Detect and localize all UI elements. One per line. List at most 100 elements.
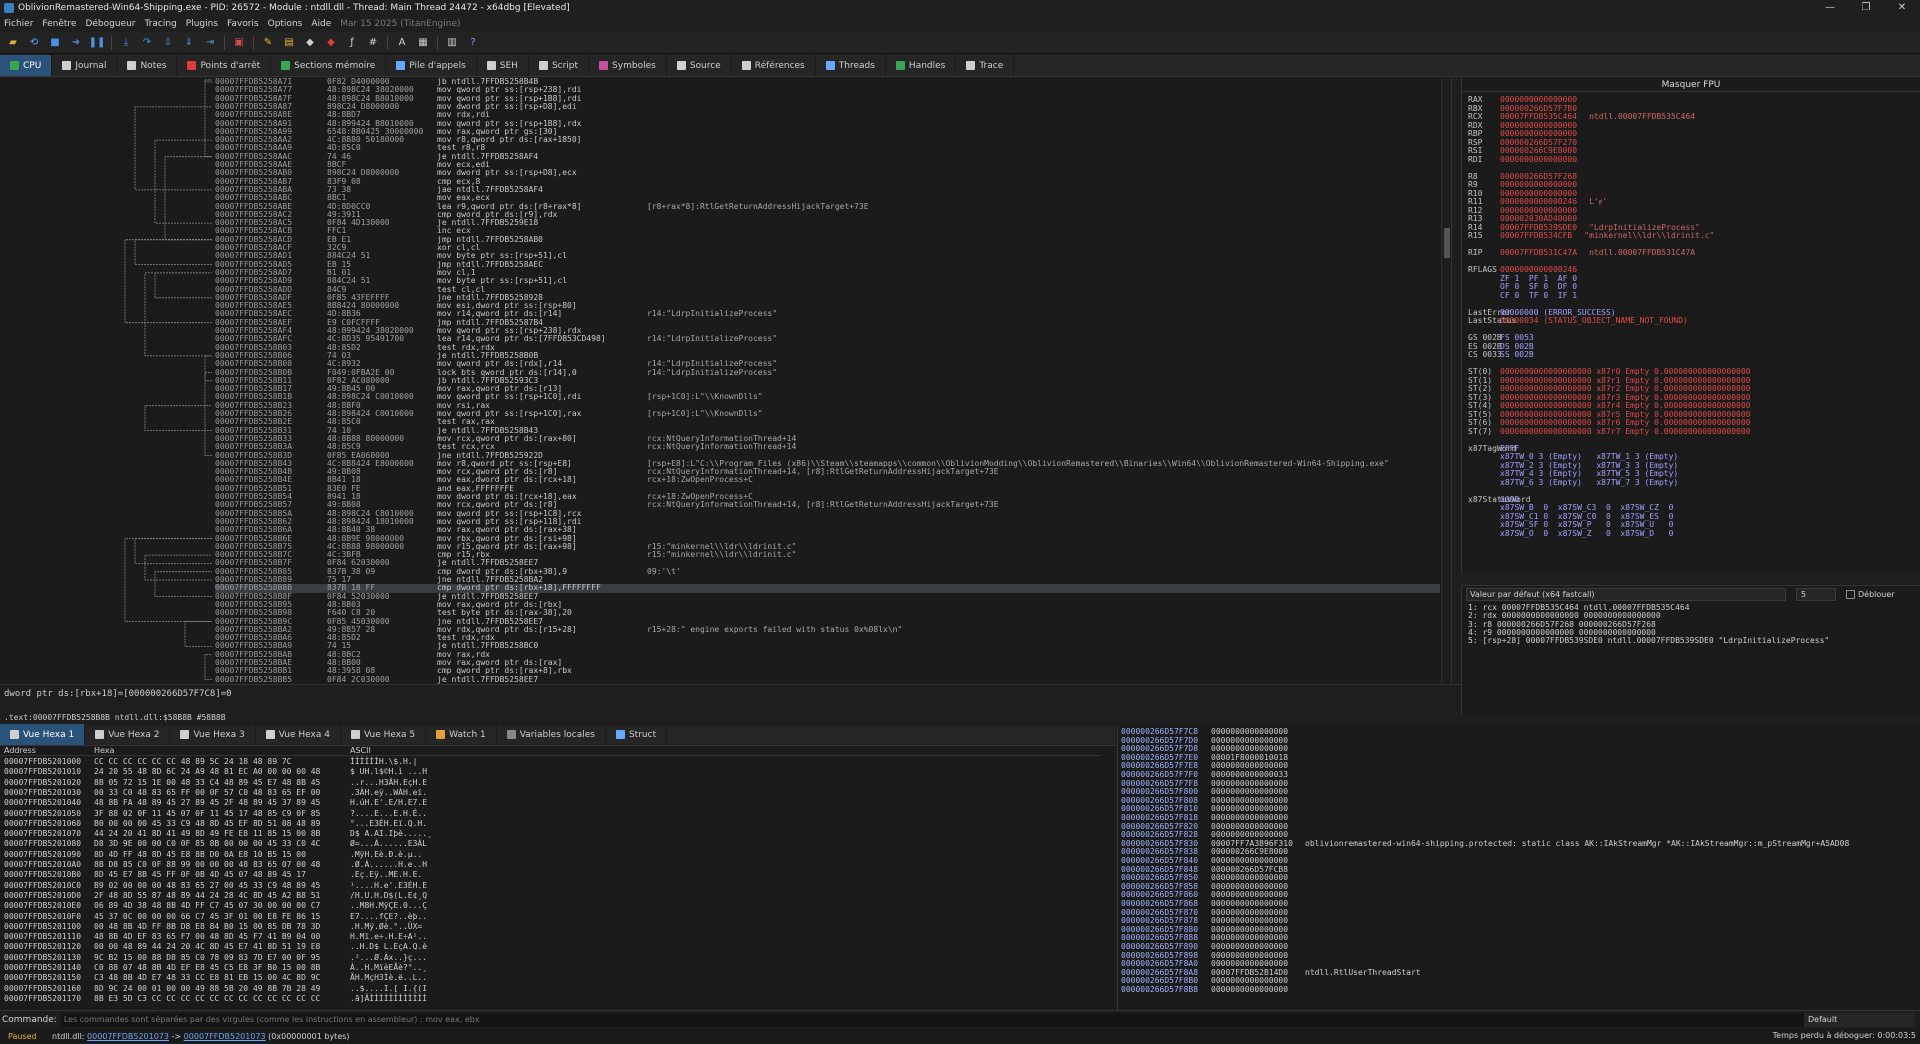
tab-journal[interactable]: Journal bbox=[52, 55, 118, 76]
disasm-row[interactable]: 00007FFDB5258BAB 48:8BC2 mov rax,rdx bbox=[215, 650, 1440, 659]
tab-trace[interactable]: Trace bbox=[956, 55, 1015, 76]
hex-row[interactable]: 00007FFDB5201160 8D 9C 24 00 01 00 00 49 … bbox=[4, 984, 427, 993]
hex-row[interactable]: 00007FFDB52010B0 8D 45 E7 8B 45 FF 0F 0B … bbox=[4, 870, 422, 879]
stop-icon[interactable]: ■ bbox=[48, 36, 62, 50]
status-address-link[interactable]: 00007FFDB5201073 bbox=[184, 1032, 266, 1041]
maximize-button[interactable]: ❐ bbox=[1848, 0, 1884, 16]
disasm-row[interactable]: 00007FFDB5258B98 F640 C8 20 test byte ptr … bbox=[215, 608, 1440, 617]
register-value[interactable]: x87SW_O 0 x87SW_Z 0 x87SW_D 0 bbox=[1500, 529, 1673, 539]
disasm-row[interactable]: 00007FFDB5258AD7 B1 01 mov cl,1 bbox=[215, 268, 1440, 277]
stack-row[interactable]: 000000266D57F8B8 0000000000000000 bbox=[1121, 986, 1305, 995]
disasm-row[interactable]: 00007FFDB5258BB5 0F84 2C030000 je ntdll.7F… bbox=[215, 675, 1440, 684]
disasm-row[interactable]: 00007FFDB5258B7F 0F84 62030000 je ntdll.7F… bbox=[215, 559, 1440, 568]
stack-view[interactable]: 000000266D57F7C8 0000000000000000 00000026… bbox=[1117, 726, 1920, 1010]
disasm-row[interactable]: 00007FFDB5258B89 75 17 jne ntdll.7FFDB5258… bbox=[215, 575, 1440, 584]
disasm-row[interactable]: 00007FFDB5258BB1 48:3958 08 cmp qword ptr … bbox=[215, 666, 1440, 675]
register-row[interactable]: R15 00007FFDB534CFB "minkernel\\ldr\\ldrin… bbox=[1468, 231, 1714, 241]
save-icon[interactable]: ▦ bbox=[416, 36, 430, 50]
disasm-row[interactable]: 00007FFDB5258AA2 4C:8B80 50180000 mov r8,q… bbox=[215, 135, 1440, 144]
disasm-row[interactable]: 00007FFDB5258B85 837B 38 09 cmp dword ptr … bbox=[215, 567, 1440, 576]
register-row[interactable]: RDI 0000000000000000 bbox=[1468, 155, 1589, 165]
register-row[interactable]: LastStatus C0000034 (STATUS_OBJECT_NAME_N… bbox=[1468, 316, 1700, 326]
disasm-row[interactable]: 00007FFDB5258AC2 49:3911 cmp qword ptr ds:… bbox=[215, 210, 1440, 219]
disasm-row[interactable]: 00007FFDB5258B08 4C:8932 mov qword ptr ds:… bbox=[215, 359, 1440, 368]
disasm-row[interactable]: 00007FFDB5258B26 48:898424 C0010000 mov qw… bbox=[215, 409, 1440, 418]
hex-row[interactable]: 00007FFDB5201060 B0 00 00 00 45 33 C9 48 … bbox=[4, 819, 427, 828]
dump-tab-7[interactable]: Variables locales bbox=[497, 724, 606, 745]
menu-favoris[interactable]: Favoris bbox=[227, 19, 259, 29]
dump-tab-2[interactable]: Vue Hexa 2 bbox=[85, 724, 171, 745]
menu-aide[interactable]: Aide bbox=[311, 19, 331, 29]
tab-memory-map[interactable]: Sections mémoire bbox=[271, 55, 387, 76]
hex-row[interactable]: 00007FFDB5201140 C0 88 07 48 8B 4D EF E8 … bbox=[4, 963, 427, 972]
hex-row[interactable]: 00007FFDB52010D0 2F 48 8D 55 87 48 89 44 … bbox=[4, 891, 427, 900]
disasm-row[interactable]: 00007FFDB5258B11 0F82 AC080000 jb ntdll.7F… bbox=[215, 376, 1440, 385]
arg-count-spinner[interactable]: 5 bbox=[1796, 588, 1836, 601]
register-value[interactable]: 00007FFDB534CFB bbox=[1500, 231, 1572, 241]
dump-tab-5[interactable]: Vue Hexa 5 bbox=[341, 724, 427, 745]
hex-row[interactable]: 00007FFDB52010A0 8B D8 85 C0 0F 88 99 00 … bbox=[4, 860, 427, 869]
dump-tab-1[interactable]: Vue Hexa 1 bbox=[0, 724, 86, 745]
disasm-row[interactable]: 00007FFDB5258B8F 0F84 52030000 je ntdll.7F… bbox=[215, 592, 1440, 601]
disasm-row[interactable]: 00007FFDB5258B7C 4C:3BFB cmp r15,rbx r15:"m… bbox=[215, 550, 1440, 559]
menu-debogueur[interactable]: Débogueur bbox=[85, 19, 135, 29]
disasm-row[interactable]: 00007FFDB5258BA9 74 15 je ntdll.7FFDB5258B… bbox=[215, 642, 1440, 651]
hex-row[interactable]: 00007FFDB5201030 00 33 C0 48 83 65 FF 00 … bbox=[4, 788, 427, 797]
hex-row[interactable]: 00007FFDB5201130 9C B2 15 00 88 D8 85 C0 … bbox=[4, 953, 427, 962]
calling-convention-select[interactable]: Valeur par défaut (x64 fastcall) bbox=[1466, 588, 1786, 601]
notes-icon[interactable]: ▤ bbox=[282, 36, 296, 50]
disasm-row[interactable]: 00007FFDB5258AD5 EB 15 jmp ntdll.7FFDB5258… bbox=[215, 260, 1440, 269]
tab-threads[interactable]: Threads bbox=[816, 55, 886, 76]
hex-row[interactable]: 00007FFDB5201090 8D 4D FF 48 8D 45 E8 8B … bbox=[4, 850, 422, 859]
disasm-row[interactable]: 00007FFDB5258B4E 8B41 18 mov eax,dword ptr… bbox=[215, 476, 1440, 485]
pencil-icon[interactable]: ✎ bbox=[261, 36, 275, 50]
hex-row[interactable]: 00007FFDB5201110 48 8B 4D EF 83 65 F7 00 … bbox=[4, 932, 427, 941]
disasm-row[interactable]: 00007FFDB5258B06 74 03 je ntdll.7FFDB5258B… bbox=[215, 351, 1440, 360]
menu-tracing[interactable]: Tracing bbox=[145, 19, 177, 29]
trace-icon[interactable]: ▣ bbox=[232, 36, 246, 50]
disasm-row[interactable]: 00007FFDB5258B8B 837B 18 FF cmp dword ptr … bbox=[215, 583, 1440, 593]
registers-panel[interactable]: Masquer FPU RAX 0000000000000000 RBX 000000… bbox=[1461, 78, 1920, 574]
disasm-row[interactable]: 00007FFDB5258A87 898C24 D8000000 mov dword… bbox=[215, 102, 1440, 111]
disasm-row[interactable]: 00007FFDB5258AB0 898C24 D8000000 mov dword… bbox=[215, 168, 1440, 177]
tab-breakpoints[interactable]: Points d'arrêt bbox=[177, 55, 272, 76]
hex-row[interactable]: 00007FFDB5201040 48 8B FA 48 89 45 27 89 … bbox=[4, 798, 427, 807]
hex-row[interactable]: 00007FFDB5201050 3F 88 02 0F 11 45 07 0F … bbox=[4, 809, 427, 818]
tab-cpu[interactable]: CPU bbox=[0, 55, 53, 76]
disassembly-scrollbar[interactable] bbox=[1441, 78, 1451, 684]
disasm-row[interactable]: 00007FFDB5258B1B 48:898C24 C0010000 mov qw… bbox=[215, 393, 1440, 402]
tab-seh[interactable]: SEH bbox=[477, 55, 529, 76]
hash-icon[interactable]: # bbox=[366, 36, 380, 50]
register-row[interactable]: x87TW_6 3 (Empty) x87TW_7 3 (Empty) bbox=[1468, 478, 1690, 488]
hex-row[interactable]: 00007FFDB5201100 00 48 8B 4D FF 8B D8 E8 … bbox=[4, 922, 422, 931]
register-row[interactable]: ST(7) 0000000000000000000 x87r7 Empty 0.0… bbox=[1468, 427, 1762, 437]
disasm-row[interactable]: 00007FFDB5258B75 4C:8B88 98000000 mov r15,… bbox=[215, 542, 1440, 551]
hex-row[interactable]: 00007FFDB5201010 24 20 55 48 8D 6C 24 A9 … bbox=[4, 767, 427, 776]
dump-tab-3[interactable]: Vue Hexa 3 bbox=[170, 724, 256, 745]
hex-row[interactable]: 00007FFDB5201170 8B E3 5D C3 CC CC CC CC … bbox=[4, 994, 427, 1003]
help-icon[interactable]: ? bbox=[466, 36, 480, 50]
hex-row[interactable]: 00007FFDB52010E0 06 89 4D 38 48 8B 4D FF … bbox=[4, 901, 427, 910]
menu-fenetre[interactable]: Fenêtre bbox=[42, 19, 76, 29]
step-into-icon[interactable]: ⤓ bbox=[119, 36, 133, 50]
disasm-row[interactable]: 00007FFDB5258ABE 4D:8D0CC0 lea r9,qword pt… bbox=[215, 202, 1440, 211]
command-mode-select[interactable]: Default bbox=[1804, 1013, 1914, 1027]
disasm-row[interactable]: 00007FFDB5258ABA 73 38 jae ntdll.7FFDB5258… bbox=[215, 185, 1440, 194]
register-value[interactable]: x87TW_6 3 (Empty) x87TW_7 3 (Empty) bbox=[1500, 478, 1678, 488]
tab-script[interactable]: Script bbox=[529, 55, 590, 76]
menu-fichier[interactable]: Fichier bbox=[4, 19, 33, 29]
argument-row[interactable]: 5: [rsp+28] 00007FFDB539SDE0 ntdll.00007… bbox=[1468, 636, 1829, 645]
hex-row[interactable]: 00007FFDB5201080 D8 3D 9E 00 00 C0 0F 85 … bbox=[4, 840, 427, 849]
disasm-row[interactable]: 00007FFDB5258BA2 49:8B57 28 mov rdx,qword … bbox=[215, 625, 1440, 634]
hex-dump-view[interactable]: Address Hexa ASCII 00007FFDB5201000 CC CC… bbox=[0, 746, 1116, 1010]
disasm-row[interactable]: 00007FFDB5258AFC 4C:8D35 95491700 lea r14,… bbox=[215, 334, 1440, 343]
register-row[interactable]: CF 0 TF 0 IF 1 bbox=[1468, 291, 1589, 301]
toggle-fpu-button[interactable]: Masquer FPU bbox=[1462, 78, 1920, 92]
calculator-icon[interactable]: ▥ bbox=[445, 36, 459, 50]
register-row[interactable]: CS 0033 SS 002B bbox=[1468, 350, 1546, 360]
register-row[interactable]: x87SW_O 0 x87SW_Z 0 x87SW_D 0 bbox=[1468, 529, 1685, 539]
step-into-out-icon[interactable]: ⇩ bbox=[161, 36, 175, 50]
tab-handles[interactable]: Handles bbox=[886, 55, 957, 76]
tab-notes[interactable]: Notes bbox=[117, 55, 178, 76]
register-value[interactable]: 0000000000000000 bbox=[1500, 155, 1577, 165]
